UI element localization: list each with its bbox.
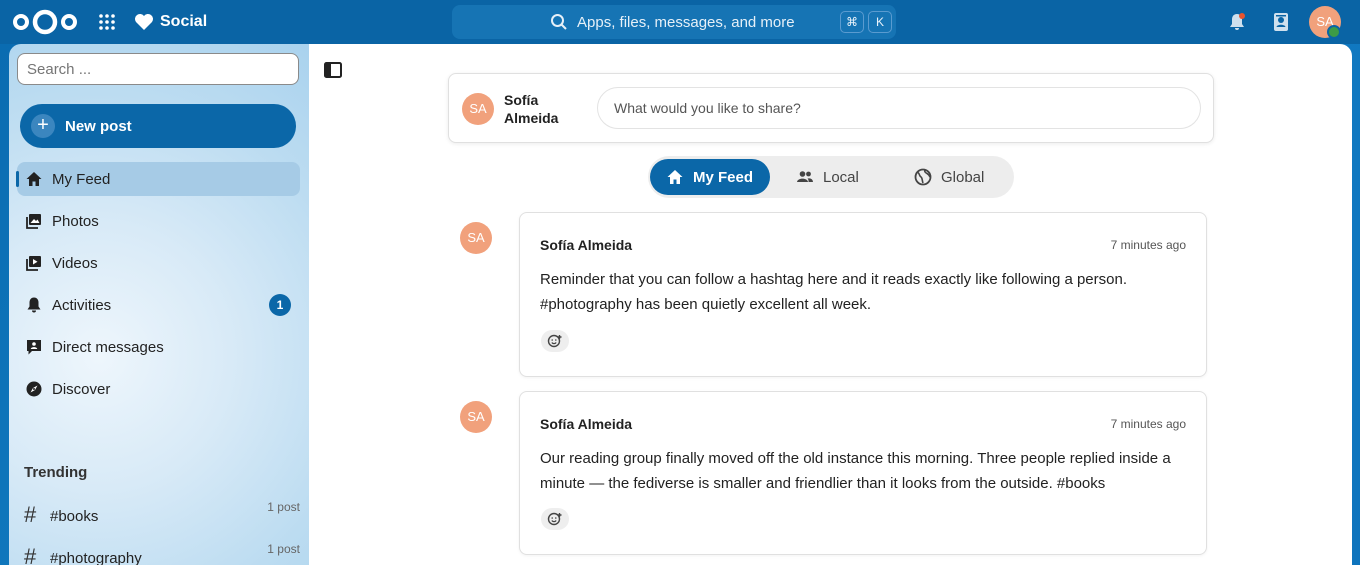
search-icon <box>551 14 567 30</box>
activities-count-badge: 1 <box>269 294 291 316</box>
compass-icon <box>26 381 42 397</box>
sidebar-toggle-icon[interactable] <box>324 62 342 78</box>
tab-global[interactable]: Global <box>914 159 1004 195</box>
video-icon <box>26 256 41 271</box>
heart-icon <box>135 14 153 30</box>
new-post-button[interactable]: + New post <box>20 104 296 148</box>
image-icon <box>26 214 41 229</box>
sidebar-item-activities[interactable]: Activities 1 <box>17 288 300 322</box>
sidebar-item-label: Photos <box>52 212 99 230</box>
timeline-tabs: My Feed Local Global <box>648 156 1014 198</box>
bell-icon <box>27 297 41 313</box>
app-title[interactable]: Social <box>134 10 207 34</box>
post-author-name[interactable]: Sofía Almeida <box>540 237 632 253</box>
hashtag-icon: # <box>24 544 37 565</box>
trending-tag-photography[interactable]: # #photography 1 post <box>24 542 300 565</box>
new-post-label: New post <box>65 117 132 135</box>
composer-avatar[interactable]: SA <box>462 93 494 125</box>
tab-label: My Feed <box>693 168 754 186</box>
notifications-bell-icon[interactable] <box>1227 12 1247 32</box>
nextcloud-logo-icon[interactable] <box>12 8 78 36</box>
online-status-icon <box>1327 25 1341 39</box>
top-header: Social Apps, files, messages, and more ⌘… <box>0 0 1360 44</box>
composer-input[interactable]: What would you like to share? <box>597 87 1201 129</box>
shortcut-key-k: K <box>868 11 892 33</box>
post-author-name[interactable]: Sofía Almeida <box>540 416 632 432</box>
unified-search-button[interactable]: Apps, files, messages, and more ⌘ K <box>452 5 896 39</box>
unified-search-placeholder: Apps, files, messages, and more <box>577 14 795 31</box>
tab-my-feed[interactable]: My Feed <box>650 159 770 195</box>
globe-icon <box>914 168 932 186</box>
app-menu-icon[interactable] <box>98 13 116 31</box>
sidebar-item-label: Activities <box>52 296 112 314</box>
post-content: Our reading group finally moved off the … <box>540 450 1171 492</box>
hashtag-icon: # <box>24 502 37 527</box>
timeline-post: Sofía Almeida 7 minutes ago Reminder tha… <box>519 212 1207 377</box>
people-icon <box>797 171 813 182</box>
plus-icon: + <box>31 114 55 138</box>
trending-tag-label: #photography <box>50 550 142 565</box>
home-icon <box>667 170 683 184</box>
sidebar-item-label: My Feed <box>52 170 111 188</box>
trending-tag-label: #books <box>50 508 99 525</box>
app-name: Social <box>160 13 208 30</box>
trending-tag-count: 1 post <box>267 542 300 556</box>
trending-tag-books[interactable]: # #books 1 post <box>24 500 300 530</box>
message-icon <box>27 340 41 355</box>
tab-label: Global <box>941 168 985 186</box>
post-composer: SA Sofía Almeida What would you like to … <box>448 73 1214 143</box>
sidebar-item-discover[interactable]: Discover <box>17 372 300 406</box>
shortcut-key-cmd: ⌘ <box>840 11 864 33</box>
sidebar-item-my-feed[interactable]: My Feed <box>16 162 300 196</box>
composer-user-name: Sofía Almeida <box>504 92 559 126</box>
post-timestamp[interactable]: 7 minutes ago <box>1111 417 1186 431</box>
sidebar-item-label: Discover <box>52 380 111 398</box>
home-icon <box>26 172 42 186</box>
post-author-avatar[interactable]: SA <box>460 401 492 433</box>
emoji-add-icon <box>547 334 562 348</box>
post-content: Reminder that you can follow a hashtag h… <box>540 271 1127 313</box>
app-content: SA Sofía Almeida What would you like to … <box>309 44 1352 565</box>
contacts-icon[interactable] <box>1271 12 1291 32</box>
tab-label: Local <box>823 168 859 186</box>
sidebar-search-input[interactable] <box>17 53 299 85</box>
sidebar-item-videos[interactable]: Videos <box>17 246 300 280</box>
add-reaction-button[interactable] <box>541 508 569 530</box>
timeline-post: Sofía Almeida 7 minutes ago Our reading … <box>519 391 1207 555</box>
sidebar-item-label: Videos <box>52 254 98 272</box>
sidebar-item-photos[interactable]: Photos <box>17 204 300 238</box>
post-timestamp[interactable]: 7 minutes ago <box>1111 238 1186 252</box>
tab-local[interactable]: Local <box>796 159 876 195</box>
sidebar-item-direct-messages[interactable]: Direct messages <box>17 330 300 364</box>
post-author-avatar[interactable]: SA <box>460 222 492 254</box>
sidebar-item-label: Direct messages <box>52 338 164 356</box>
emoji-add-icon <box>547 512 562 526</box>
add-reaction-button[interactable] <box>541 330 569 352</box>
app-navigation: + New post My Feed Photos Videos Activit… <box>9 44 309 565</box>
trending-heading: Trending <box>24 464 88 481</box>
trending-tag-count: 1 post <box>267 500 300 514</box>
